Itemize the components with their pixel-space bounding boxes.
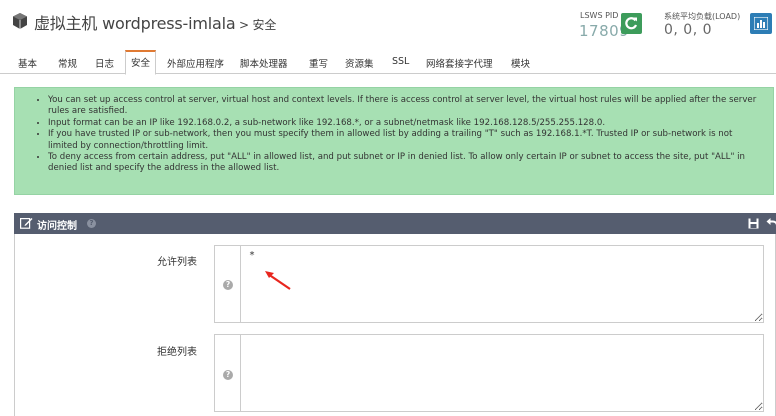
page-subtitle: 安全 (252, 18, 277, 32)
help-icon[interactable]: ? (223, 280, 233, 290)
load-chart-button[interactable] (750, 13, 772, 34)
tab-websocket-proxy[interactable]: 网络套接字代理 (426, 56, 493, 70)
pid-label: LSWS PID (580, 11, 619, 20)
tab-context[interactable]: 资源集 (345, 56, 374, 70)
load-value: 0, 0, 0 (664, 22, 713, 38)
info-item: You can set up access control at server,… (48, 95, 763, 118)
deny-list-label: 拒绝列表 (157, 347, 197, 358)
help-icon[interactable]: ? (223, 370, 233, 380)
allow-list-input[interactable]: * (240, 245, 764, 323)
deny-list-input[interactable] (240, 334, 764, 412)
annotation-arrow (265, 271, 291, 290)
tab-ssl[interactable]: SSL (392, 56, 409, 67)
bar-chart-icon (754, 17, 768, 30)
allow-help-cell: ? (214, 245, 240, 323)
tab-basic[interactable]: 基本 (18, 56, 37, 70)
tab-security[interactable]: 安全 (125, 50, 157, 75)
tab-script-handler[interactable]: 脚本处理器 (240, 56, 288, 70)
load-label: 系统平均负载(LOAD) (664, 12, 741, 21)
box-icon (13, 13, 27, 29)
allow-list-label: 允许列表 (157, 257, 197, 268)
refresh-icon (625, 17, 638, 30)
tab-bar: 基本 常规 日志 安全 外部应用程序 脚本处理器 重写 资源集 SSL 网络套接… (0, 50, 776, 75)
undo-icon[interactable] (766, 217, 776, 229)
info-box: You can set up access control at server,… (14, 87, 774, 195)
info-item: To deny access from certain address, put… (48, 152, 763, 175)
panel-title: 访问控制 (37, 221, 77, 232)
tab-modules[interactable]: 模块 (511, 56, 530, 70)
tab-rewrite[interactable]: 重写 (309, 56, 328, 70)
info-item: If you have trusted IP or sub-network, t… (48, 129, 763, 152)
reload-button[interactable] (621, 13, 642, 34)
vhost-title: 虚拟主机 wordpress-imlala (34, 14, 236, 33)
help-icon[interactable]: ? (87, 219, 96, 228)
deny-help-cell: ? (214, 334, 240, 412)
panel-header: 访问控制 ? (14, 213, 776, 234)
save-icon[interactable] (748, 218, 759, 229)
info-item: Input format can be an IP like 192.168.0… (48, 118, 763, 129)
page-title: 虚拟主机 wordpress-imlala > 安全 (34, 10, 276, 34)
title-separator: > (235, 18, 253, 32)
tab-external-app[interactable]: 外部应用程序 (167, 56, 224, 70)
edit-icon (20, 218, 33, 229)
tab-general[interactable]: 常规 (58, 56, 77, 70)
tab-log[interactable]: 日志 (95, 56, 114, 70)
